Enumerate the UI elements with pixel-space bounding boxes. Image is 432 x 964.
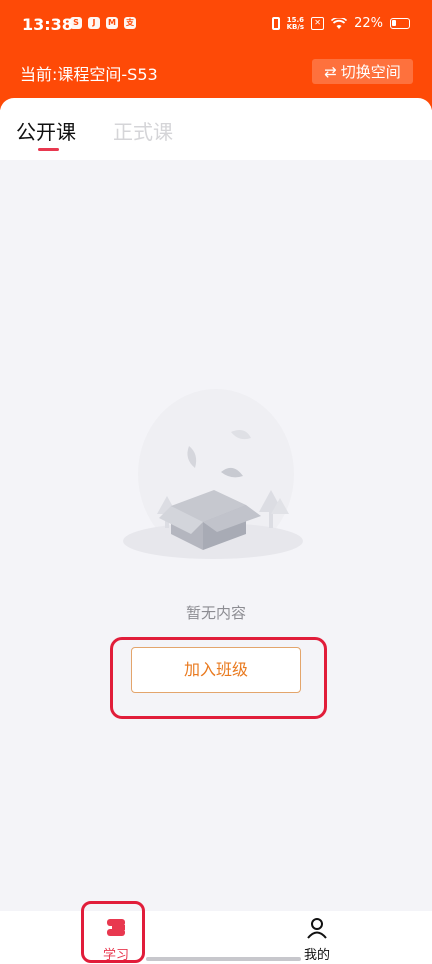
alipay-icon: 支 (124, 17, 136, 29)
header: 13:38 S J M 支 15.6 KB/s ✕ 22% 当前:课程空间-S5… (0, 0, 432, 110)
app-notification-icon: S (70, 17, 82, 29)
tab-bar: 公开课 正式课 (0, 98, 432, 160)
switch-space-button[interactable]: ⇄ 切换空间 (312, 59, 413, 84)
battery-icon (390, 18, 410, 29)
notification-icons: S J M 支 (70, 17, 136, 29)
vibrate-icon (271, 17, 280, 30)
highlight-box (110, 637, 327, 719)
battery-percent: 22% (354, 16, 383, 31)
highlight-box (81, 901, 145, 963)
status-time: 13:38 (22, 15, 73, 34)
user-icon (307, 918, 327, 939)
network-speed: 15.6 KB/s (286, 16, 305, 31)
status-bar: 13:38 S J M 支 15.6 KB/s ✕ 22% (0, 0, 432, 52)
net-speed-unit: KB/s (286, 22, 305, 31)
current-space-label: 当前:课程空间-S53 (20, 65, 158, 84)
switch-icon: ⇄ (324, 62, 337, 81)
empty-box-illustration (123, 389, 303, 559)
app-notification-icon: M (106, 17, 118, 29)
switch-space-label: 切换空间 (340, 63, 401, 81)
home-indicator[interactable] (146, 957, 301, 961)
app-notification-icon: J (88, 17, 100, 29)
tab-public-course[interactable]: 公开课 (16, 116, 76, 145)
empty-state-text: 暂无内容 (185, 604, 246, 622)
active-tab-indicator (38, 148, 59, 151)
tab-formal-course[interactable]: 正式课 (113, 116, 173, 145)
status-right: 15.6 KB/s ✕ 22% (271, 16, 410, 31)
no-sim-icon: ✕ (311, 17, 325, 30)
wifi-icon (331, 17, 348, 29)
